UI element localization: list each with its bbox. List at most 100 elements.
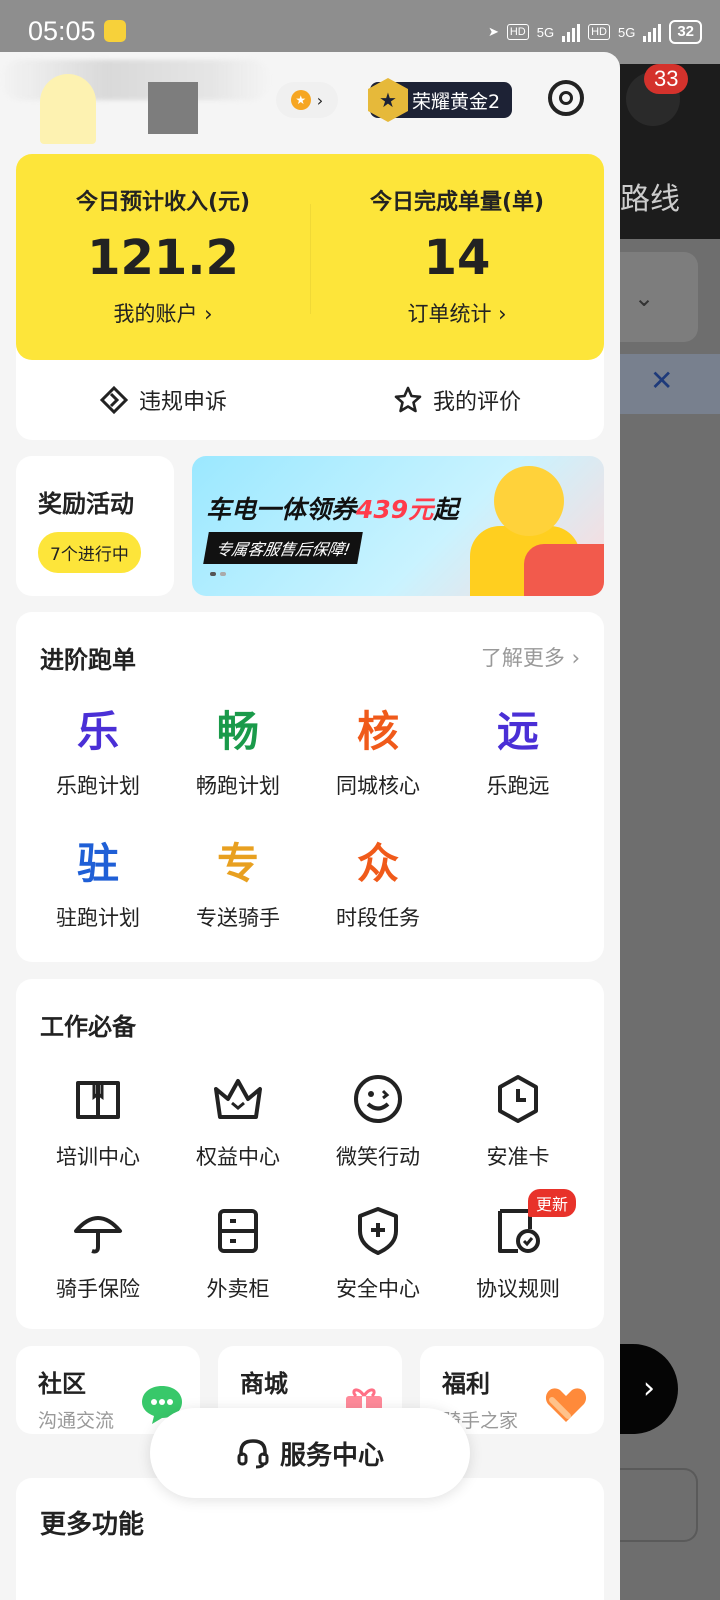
benefits-title: 福利 — [442, 1370, 490, 1398]
settings-gear-icon[interactable] — [548, 80, 584, 116]
coin-icon: ★ — [290, 90, 311, 110]
advanced-grid: 乐乐跑计划 畅畅跑计划 核同城核心 远乐跑远 驻驻跑计划 专专送骑手 众时段任务 — [28, 696, 588, 960]
banner-amount: 439元 — [356, 495, 434, 524]
income-label: 今日预计收入(元) — [75, 190, 251, 215]
advanced-item[interactable]: 乐乐跑计划 — [28, 696, 168, 828]
banner-pager — [210, 572, 226, 576]
avatar[interactable] — [40, 74, 96, 144]
banner-headline: 车电一体领券439元起 — [206, 490, 458, 526]
rewards-ongoing-badge: 7个进行中 — [38, 532, 141, 573]
my-rating-button[interactable]: 我的评价 — [310, 360, 604, 440]
scooter-illustration — [524, 544, 604, 596]
earnings-card: 今日预计收入(元) 121.2 我的账户 › 今日完成单量(单) 14 订单统计… — [16, 154, 604, 440]
appeal-button[interactable]: 违规申诉 — [16, 360, 310, 440]
orders-label: 今日完成单量(单) — [369, 190, 545, 215]
smile-icon — [354, 1075, 402, 1123]
rating-label: 我的评价 — [432, 390, 521, 415]
chevron-down-icon: ⌄ — [634, 284, 655, 312]
battery-icon: 32 — [669, 20, 702, 44]
income-column: 今日预计收入(元) 121.2 我的账户 › — [16, 184, 310, 328]
app-notification-icon — [104, 20, 126, 42]
status-right: ➤ HD 5G HD 5G 32 — [488, 20, 702, 44]
advanced-glyph-6: 众 — [356, 839, 399, 888]
clock-shield-icon — [498, 1075, 538, 1123]
close-icon[interactable]: ✕ — [650, 364, 673, 397]
essential-item[interactable]: 外卖柜 — [168, 1195, 308, 1327]
umbrella-icon — [74, 1216, 122, 1254]
advanced-label: 乐跑远 — [486, 774, 550, 798]
advanced-item[interactable]: 专专送骑手 — [168, 828, 308, 960]
income-value: 121.2 — [87, 230, 239, 286]
essential-label: 权益中心 — [196, 1145, 280, 1169]
advanced-glyph-0: 乐 — [76, 707, 119, 756]
network-type-2: 5G — [617, 24, 636, 40]
rank-label: 荣耀黄金2 — [412, 90, 501, 113]
status-time: 05:05 — [28, 16, 96, 46]
advanced-label: 时段任务 — [336, 906, 420, 930]
chevron-right-icon: › — [316, 90, 324, 110]
advanced-label: 同城核心 — [336, 774, 420, 798]
service-center-button[interactable]: 服务中心 — [150, 1408, 470, 1498]
signal-icon — [562, 22, 581, 42]
locker-icon — [218, 1209, 258, 1253]
advanced-item[interactable]: 畅畅跑计划 — [168, 696, 308, 828]
essentials-grid: 培训中心 权益中心 微笑行动 安准卡 骑手保险 外卖柜 安全中心 更新 协议规则 — [28, 1063, 588, 1327]
learn-more-link[interactable]: 了解更多 › — [481, 642, 580, 672]
heart-icon — [545, 1388, 587, 1422]
background-input-box — [620, 1468, 698, 1542]
shield-plus-icon — [358, 1207, 398, 1255]
essential-item[interactable]: 培训中心 — [28, 1063, 168, 1195]
promo-banner[interactable]: 车电一体领券439元起 专属客服售后保障! — [192, 456, 604, 596]
star-icon — [394, 386, 422, 413]
network-type: 5G — [536, 24, 555, 40]
side-drawer: ★ › ★ 荣耀黄金2 今日预计收入(元) 121.2 我的账户 › 今日完成单… — [0, 52, 620, 1600]
headset-icon — [237, 1439, 269, 1469]
points-pill[interactable]: ★ › — [276, 82, 338, 118]
advanced-label: 畅跑计划 — [196, 774, 280, 798]
background-page: 33 路线 ⌄ ✕ › — [620, 64, 720, 1600]
advanced-glyph-3: 远 — [496, 707, 539, 756]
advanced-glyph-4: 驻 — [76, 839, 119, 888]
essential-item[interactable]: 骑手保险 — [28, 1195, 168, 1327]
notification-badge: 33 — [644, 64, 689, 94]
update-badge: 更新 — [528, 1189, 577, 1217]
banner-suffix: 起 — [433, 495, 459, 524]
banner-prefix: 车电一体领券 — [206, 495, 357, 524]
essential-label: 培训中心 — [56, 1145, 140, 1169]
appeal-label: 违规申诉 — [138, 390, 227, 415]
order-stats-link[interactable]: 订单统计 › — [310, 298, 604, 328]
community-subtitle: 沟通交流 — [38, 1410, 115, 1432]
book-icon — [76, 1081, 120, 1119]
essential-label: 协议规则 — [476, 1277, 560, 1301]
essential-label: 微笑行动 — [336, 1145, 420, 1169]
next-arrow-button[interactable]: › — [620, 1344, 678, 1434]
essentials-card: 工作必备 培训中心 权益中心 微笑行动 安准卡 骑手保险 外卖柜 安全中心 更新… — [16, 979, 604, 1329]
advanced-label: 驻跑计划 — [56, 906, 140, 930]
advanced-item[interactable]: 核同城核心 — [308, 696, 448, 828]
profile-header: ★ › ★ 荣耀黄金2 — [0, 52, 620, 152]
medal-icon: ★ — [368, 78, 408, 122]
essential-item[interactable]: 更新 协议规则 — [448, 1189, 588, 1327]
community-title: 社区 — [38, 1370, 86, 1398]
account-link[interactable]: 我的账户 › — [16, 298, 310, 328]
advanced-item[interactable]: 众时段任务 — [308, 828, 448, 960]
advanced-title: 进阶跑单 — [40, 646, 136, 674]
essential-item[interactable]: 安准卡 — [448, 1063, 588, 1195]
advanced-label: 专送骑手 — [196, 906, 280, 930]
essentials-title: 工作必备 — [40, 1013, 136, 1041]
hd-badge-2: HD — [588, 24, 610, 40]
essential-item[interactable]: 权益中心 — [168, 1063, 308, 1195]
rank-badge[interactable]: ★ 荣耀黄金2 — [368, 78, 513, 122]
essential-label: 安全中心 — [336, 1277, 420, 1301]
advanced-glyph-2: 核 — [356, 707, 399, 756]
essential-item[interactable]: 安全中心 — [308, 1195, 448, 1327]
advanced-item[interactable]: 远乐跑远 — [448, 696, 588, 828]
location-icon: ➤ — [487, 24, 499, 39]
advanced-glyph-5: 专 — [216, 839, 259, 888]
essential-item[interactable]: 微笑行动 — [308, 1063, 448, 1195]
mall-title: 商城 — [240, 1370, 288, 1398]
banner-subline: 专属客服售后保障! — [203, 532, 364, 564]
advanced-glyph-1: 畅 — [216, 707, 259, 756]
advanced-item[interactable]: 驻驻跑计划 — [28, 828, 168, 960]
rewards-card[interactable]: 奖励活动 7个进行中 — [16, 456, 174, 596]
